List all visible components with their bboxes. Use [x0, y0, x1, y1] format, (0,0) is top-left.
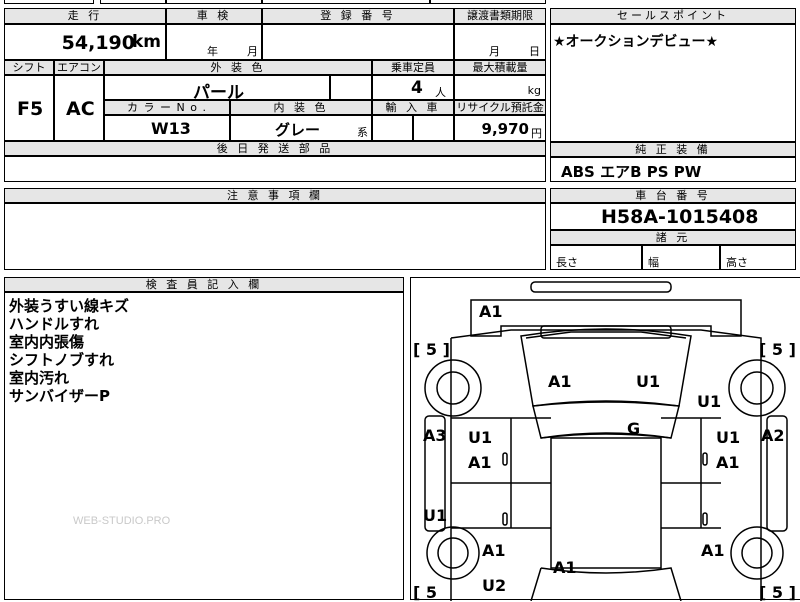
car-diagram: A1 A1 U1 U1 A3 A2 G U1 A1 U1 A1 U1 A1 A1…: [410, 277, 800, 602]
mark-right-front-fender: U1: [697, 392, 722, 411]
interior-color-header: 内 装 色: [230, 100, 372, 115]
recycle-value: 9,970: [481, 120, 529, 138]
mileage-unit: km: [131, 32, 161, 52]
capacity-header: 乗車定員: [372, 60, 454, 75]
dim-width-cell: 幅: [642, 245, 720, 270]
exterior-color-cell: パール: [104, 75, 330, 103]
aircon-value: AC: [66, 98, 95, 120]
capacity-unit: 人: [435, 86, 446, 99]
aircon-cell: AC: [54, 75, 104, 141]
top-row: [0, 0, 800, 6]
watermark: WEB-STUDIO.PRO: [73, 515, 171, 527]
later-parts-cell: [4, 156, 546, 182]
dim-length-cell: 長さ: [550, 245, 642, 270]
inspector-header: 検 査 員 記 入 欄: [4, 277, 404, 292]
max-load-cell: kg: [454, 75, 546, 100]
caution-header: 注 意 事 項 欄: [4, 188, 546, 203]
mark-hood-left: A1: [548, 372, 572, 391]
mileage-cell: 54,190 km: [4, 24, 166, 60]
recycle-header: リサイクル預託金: [454, 100, 546, 115]
transfer-header: 譲渡書類期限: [454, 8, 546, 24]
later-parts-header: 後 日 発 送 部 品: [4, 141, 546, 156]
aircon-header: エアコン: [54, 60, 104, 75]
recycle-cell: 9,970 円: [454, 115, 546, 141]
interior-color-cell: グレー 系: [230, 115, 372, 141]
equipment-header: 純 正 装 備: [550, 142, 796, 157]
dim-height-cell: 高さ: [720, 245, 796, 270]
shaken-cell: 年 月: [166, 24, 262, 60]
mark-right-door-lower: A1: [716, 453, 740, 472]
mark-left-front-fender: A3: [423, 426, 447, 445]
mark-hood-right: U1: [636, 372, 661, 391]
mark-roof: G: [627, 419, 641, 438]
mark-trunk: A1: [553, 558, 577, 577]
shaken-year-label: 年: [207, 45, 218, 58]
dim-width-label: 幅: [648, 256, 659, 269]
interior-color-suffix: 系: [357, 126, 368, 139]
caution-cell: [4, 203, 546, 270]
shaken-month-label: 月: [247, 45, 258, 58]
shaken-header: 車 検: [166, 8, 262, 24]
exterior-color-extra: [330, 75, 372, 100]
equipment-cell: ABS エアB PS PW: [550, 157, 796, 182]
exterior-color-header: 外 装 色: [104, 60, 372, 75]
sales-point-header: セールスポイント: [550, 8, 796, 24]
shift-value: F5: [17, 98, 44, 120]
max-load-header: 最大積載量: [454, 60, 546, 75]
dim-length-label: 長さ: [556, 256, 578, 269]
transfer-day-label: 日: [529, 45, 540, 58]
bracket-right-rear: [ 5 ]: [759, 583, 796, 602]
shift-cell: F5: [4, 75, 54, 141]
dimensions-header: 諸 元: [550, 230, 796, 245]
inspector-cell: 外装うすい線キズ ハンドルすれ 室内内張傷 シフトノブすれ 室内汚れ サンバイザ…: [4, 292, 404, 600]
sales-point-cell: ★オークションデビュー★: [550, 24, 796, 142]
mark-front-bumper: A1: [479, 302, 503, 321]
capacity-value: 4: [411, 78, 423, 98]
mark-right-fender-side: A2: [761, 426, 785, 445]
mileage-header: 走 行: [4, 8, 166, 24]
mark-left-door-upper: U1: [468, 428, 493, 447]
transfer-month-label: 月: [489, 45, 500, 58]
bracket-left-front: [ 5 ]: [413, 340, 450, 359]
color-no-value: W13: [151, 119, 191, 138]
mark-left-rear-side: U1: [423, 506, 448, 525]
chassis-value: H58A-1015408: [601, 206, 759, 228]
transfer-cell: 月 日: [454, 24, 546, 60]
chassis-cell: H58A-1015408: [550, 203, 796, 230]
bracket-left-rear: [ 5: [413, 583, 438, 602]
registration-header: 登 録 番 号: [262, 8, 454, 24]
capacity-cell: 4 人: [372, 75, 454, 100]
max-load-unit: kg: [527, 84, 541, 97]
mark-left-rear-quarter: A1: [482, 541, 506, 560]
chassis-header: 車 台 番 号: [550, 188, 796, 203]
import-car-cell-2: [413, 115, 454, 141]
color-no-cell: W13: [104, 115, 230, 141]
equipment-value: ABS エアB PS PW: [561, 163, 702, 181]
sales-point-text: ★オークションデビュー★: [553, 34, 719, 50]
interior-color-value: グレー: [275, 121, 321, 139]
import-car-cell-1: [372, 115, 413, 141]
registration-cell: [262, 24, 454, 60]
mark-rear-left: U2: [482, 576, 507, 595]
bracket-right-front: [ 5 ]: [759, 340, 796, 359]
recycle-unit: 円: [531, 127, 542, 140]
shift-header: シフト: [4, 60, 54, 75]
mark-right-rear-quarter: A1: [701, 541, 725, 560]
mileage-value: 54,190: [61, 32, 135, 54]
mark-left-door-lower: A1: [468, 453, 492, 472]
mark-right-door-upper: U1: [716, 428, 741, 447]
color-no-header: カ ラ ー N o .: [104, 100, 230, 115]
dim-height-label: 高さ: [726, 256, 748, 269]
inspector-note: サンバイザーP: [9, 387, 110, 405]
import-car-header: 輸 入 車: [372, 100, 454, 115]
